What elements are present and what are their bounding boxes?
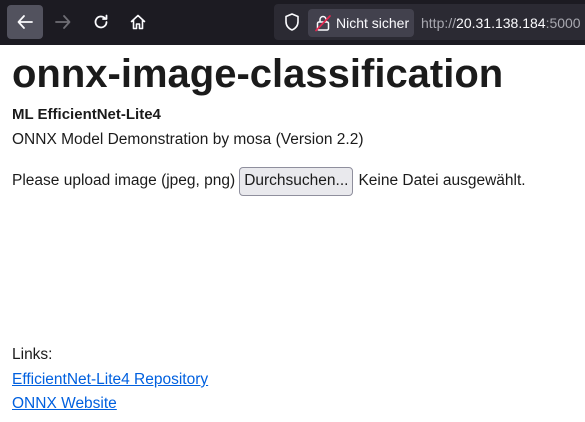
insecure-lock-icon	[315, 15, 331, 32]
forward-icon	[55, 15, 71, 29]
reload-button[interactable]	[83, 5, 119, 39]
url-text[interactable]: http://20.31.138.184:5000	[421, 15, 581, 31]
browse-file-button[interactable]: Durchsuchen...	[239, 166, 354, 196]
file-status: Keine Datei ausgewählt.	[358, 172, 526, 189]
forward-button[interactable]	[45, 5, 81, 39]
reload-icon	[94, 14, 108, 29]
back-button[interactable]	[7, 5, 43, 39]
site-security-indicator[interactable]: Nicht sicher	[308, 9, 414, 37]
back-icon	[17, 15, 33, 29]
page-title: onnx-image-classification	[12, 52, 504, 96]
model-description: ONNX Model Demonstration by mosa (Versio…	[12, 131, 364, 148]
upload-form: Please upload image (jpeg, png) Durchsuc…	[12, 166, 526, 196]
url-port: :5000	[545, 15, 581, 31]
upload-prompt: Please upload image (jpeg, png)	[12, 172, 236, 189]
onnx-website-link[interactable]: ONNX Website	[12, 394, 117, 414]
shield-icon[interactable]	[282, 12, 302, 32]
model-subtitle: ML EfficientNet-Lite4	[12, 106, 161, 123]
security-label: Nicht sicher	[336, 15, 410, 31]
url-host: 20.31.138.184	[456, 15, 546, 31]
url-scheme: http://	[421, 15, 457, 31]
browser-toolbar: Nicht sicher http://20.31.138.184:5000	[0, 0, 585, 45]
efficientnet-repository-link[interactable]: EfficientNet-Lite4 Repository	[12, 370, 208, 390]
home-button[interactable]	[120, 5, 156, 39]
links-heading: Links:	[12, 346, 53, 363]
home-icon	[130, 14, 146, 30]
